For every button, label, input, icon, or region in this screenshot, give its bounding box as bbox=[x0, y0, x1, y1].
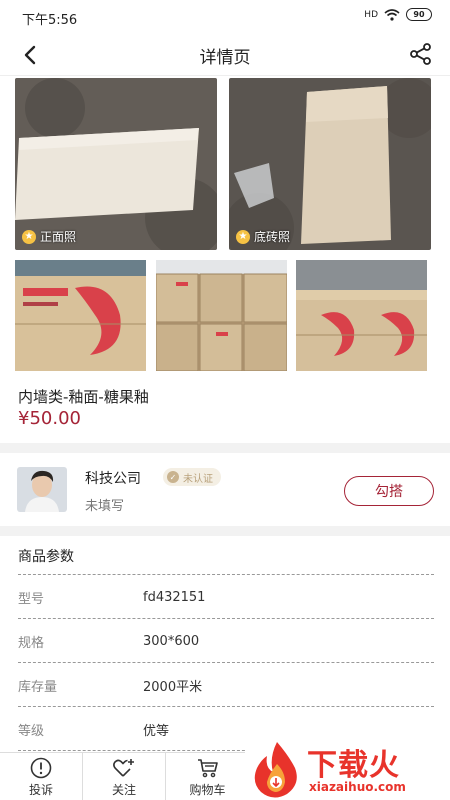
avatar-image bbox=[17, 467, 67, 512]
gallery-photo-1[interactable] bbox=[15, 260, 146, 371]
param-key: 型号 bbox=[18, 591, 45, 607]
page-title: 详情页 bbox=[199, 48, 251, 68]
signal-icon: HD bbox=[364, 9, 378, 20]
follow-button[interactable]: 关注 bbox=[83, 753, 166, 800]
verification-badge: ✓ 未认证 bbox=[163, 468, 221, 486]
front-photo[interactable]: ★ 正面照 bbox=[15, 78, 217, 250]
status-icons: HD 90 bbox=[364, 8, 432, 21]
param-key: 等级 bbox=[18, 723, 45, 739]
watermark-domain: xiazaihuo.com bbox=[309, 780, 406, 794]
product-price: ¥50.00 bbox=[18, 408, 81, 429]
check-icon: ✓ bbox=[167, 471, 179, 483]
flame-icon bbox=[254, 742, 297, 798]
complain-label: 投诉 bbox=[28, 782, 53, 797]
seller-name: 科技公司 bbox=[85, 471, 141, 487]
cart-label: 购物车 bbox=[189, 782, 226, 797]
param-key: 库存量 bbox=[18, 679, 58, 695]
avatar[interactable] bbox=[17, 467, 67, 512]
status-time: 下午5:56 bbox=[22, 13, 78, 28]
param-key: 规格 bbox=[18, 635, 45, 651]
nav-bar: 详情页 bbox=[0, 32, 450, 76]
verification-badge-label: 未认证 bbox=[183, 473, 213, 485]
follow-label: 关注 bbox=[111, 782, 136, 797]
bottom-photo-tag: ★ 底砖照 bbox=[236, 228, 290, 245]
front-photo-image bbox=[15, 78, 217, 250]
cart-icon bbox=[197, 758, 218, 777]
carton-pallet-photo-image bbox=[296, 260, 427, 371]
param-value: 优等 bbox=[143, 723, 170, 739]
front-photo-tag: ★ 正面照 bbox=[22, 228, 76, 245]
carton-photo-image bbox=[15, 260, 146, 371]
watermark-logo: 下载火 xiazaihuo.com bbox=[245, 738, 450, 800]
front-photo-label: 正面照 bbox=[40, 230, 77, 244]
warning-icon bbox=[30, 757, 52, 778]
param-value: fd432151 bbox=[143, 589, 206, 605]
carton-stack-photo-image bbox=[156, 260, 287, 371]
contact-button[interactable]: 勾搭 bbox=[344, 476, 434, 506]
param-row: 规格 300*600 bbox=[18, 619, 434, 663]
star-icon: ★ bbox=[22, 229, 36, 244]
gallery-photo-2[interactable] bbox=[156, 260, 287, 371]
param-value: 2000平米 bbox=[143, 679, 203, 695]
cart-button[interactable]: 购物车 bbox=[166, 753, 249, 800]
seller-card[interactable]: 科技公司 ✓ 未认证 未填写 勾搭 bbox=[0, 454, 450, 526]
product-name: 内墙类-釉面-糖果釉 bbox=[18, 388, 149, 406]
param-value: 300*600 bbox=[143, 633, 200, 649]
share-icon[interactable] bbox=[408, 41, 434, 67]
bottom-photo-image bbox=[229, 78, 431, 250]
param-row: 型号 fd432151 bbox=[18, 575, 434, 619]
param-row: 库存量 2000平米 bbox=[18, 663, 434, 707]
params-title: 商品参数 bbox=[18, 549, 74, 565]
section-divider bbox=[0, 443, 450, 453]
status-bar: 下午5:56 HD 90 bbox=[0, 0, 450, 32]
wifi-icon bbox=[384, 8, 400, 21]
heart-plus-icon bbox=[113, 758, 134, 777]
bottom-photo-label: 底砖照 bbox=[254, 230, 291, 244]
watermark-brand: 下载火 bbox=[307, 748, 400, 783]
gallery-photo-3[interactable] bbox=[296, 260, 427, 371]
complain-button[interactable]: 投诉 bbox=[0, 753, 83, 800]
seller-subtitle: 未填写 bbox=[85, 499, 125, 514]
battery-icon: 90 bbox=[406, 8, 432, 21]
star-icon: ★ bbox=[236, 229, 250, 244]
section-divider bbox=[0, 526, 450, 536]
bottom-photo[interactable]: ★ 底砖照 bbox=[229, 78, 431, 250]
